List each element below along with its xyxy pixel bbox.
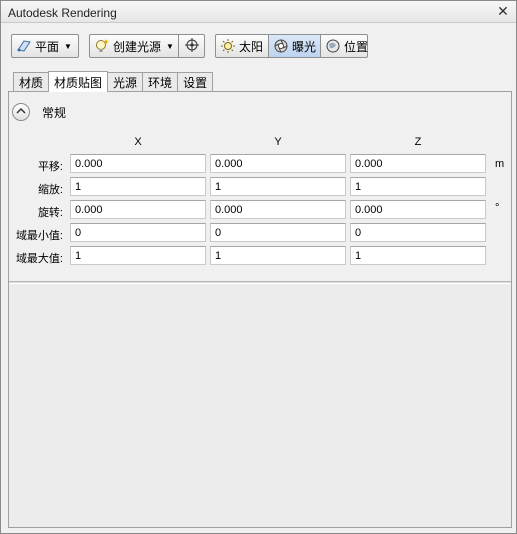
chevron-up-icon (16, 106, 26, 118)
row-label-domain-max: 域最大值: (15, 253, 63, 265)
create-light-icon (93, 37, 111, 55)
general-section-header: 常规 (12, 103, 66, 121)
create-light-dropdown-button[interactable]: 创建光源 ▼ (90, 35, 178, 57)
sun-exposure-location-group: 太阳 曝光 位置 (215, 34, 368, 58)
create-light-label: 创建光源 (113, 39, 162, 54)
create-light-group: 创建光源 ▼ (89, 34, 205, 58)
scale-y-input[interactable] (210, 177, 346, 196)
column-header-z: Z (414, 136, 422, 148)
rotate-unit: ° (495, 202, 500, 214)
domain-max-x-input[interactable] (70, 246, 206, 265)
section-title: 常规 (42, 105, 67, 120)
location-label: 位置 (343, 39, 368, 54)
domain-min-z-input[interactable] (350, 223, 486, 242)
tab-materials[interactable]: 材质 (13, 72, 50, 92)
translate-y-input[interactable] (210, 154, 346, 173)
tab-lights[interactable]: 光源 (107, 72, 144, 92)
domain-min-x-input[interactable] (70, 223, 206, 242)
sun-label: 太阳 (239, 39, 264, 54)
window-title: Autodesk Rendering (8, 6, 117, 20)
target-light-button[interactable] (179, 35, 205, 57)
tab-material-mapping[interactable]: 材质贴图 (48, 71, 109, 92)
chevron-down-icon: ▼ (166, 41, 174, 51)
row-label-translate: 平移: (37, 161, 63, 173)
target-light-icon (184, 37, 200, 56)
scale-x-input[interactable] (70, 177, 206, 196)
domain-min-y-input[interactable] (210, 223, 346, 242)
row-label-scale: 缩放: (37, 184, 63, 196)
plane-icon (15, 37, 33, 55)
chevron-down-icon: ▼ (64, 41, 72, 51)
title-bar: Autodesk Rendering ✕ (1, 1, 516, 23)
rotate-x-input[interactable] (70, 200, 206, 219)
close-icon[interactable]: ✕ (496, 4, 510, 18)
exposure-icon (272, 37, 290, 55)
domain-max-y-input[interactable] (210, 246, 346, 265)
column-header-x: X (134, 136, 142, 148)
column-header-y: Y (274, 136, 282, 148)
tab-strip: 材质 材质贴图 光源 环境 设置 (13, 71, 214, 92)
collapse-button[interactable] (12, 103, 30, 121)
location-icon (324, 37, 342, 55)
domain-max-z-input[interactable] (350, 246, 486, 265)
rendering-window: Autodesk Rendering ✕ 平面 ▼ 创建光源 ▼ 太阳 曝光 位… (0, 0, 517, 534)
rotate-z-input[interactable] (350, 200, 486, 219)
plane-dropdown-button[interactable]: 平面 ▼ (11, 34, 79, 58)
mapping-panel: 常规 X Y Z 平移: m 缩放: 旋转: ° 域最小值: 域最大值: (8, 91, 512, 528)
translate-z-input[interactable] (350, 154, 486, 173)
plane-label: 平面 (35, 39, 60, 54)
exposure-toggle-button[interactable]: 曝光 (269, 35, 320, 57)
sun-toggle-button[interactable]: 太阳 (216, 35, 268, 57)
exposure-label: 曝光 (292, 39, 317, 54)
translate-x-input[interactable] (70, 154, 206, 173)
tab-environment[interactable]: 环境 (142, 72, 179, 92)
sun-icon (219, 37, 237, 55)
rotate-y-input[interactable] (210, 200, 346, 219)
row-label-rotate: 旋转: (37, 207, 63, 219)
translate-unit: m (495, 158, 505, 170)
row-label-domain-min: 域最小值: (15, 230, 63, 242)
location-button[interactable]: 位置 (321, 35, 368, 57)
tab-settings[interactable]: 设置 (177, 72, 214, 92)
panel-splitter[interactable] (9, 281, 511, 284)
lower-empty-area (9, 285, 511, 527)
scale-z-input[interactable] (350, 177, 486, 196)
